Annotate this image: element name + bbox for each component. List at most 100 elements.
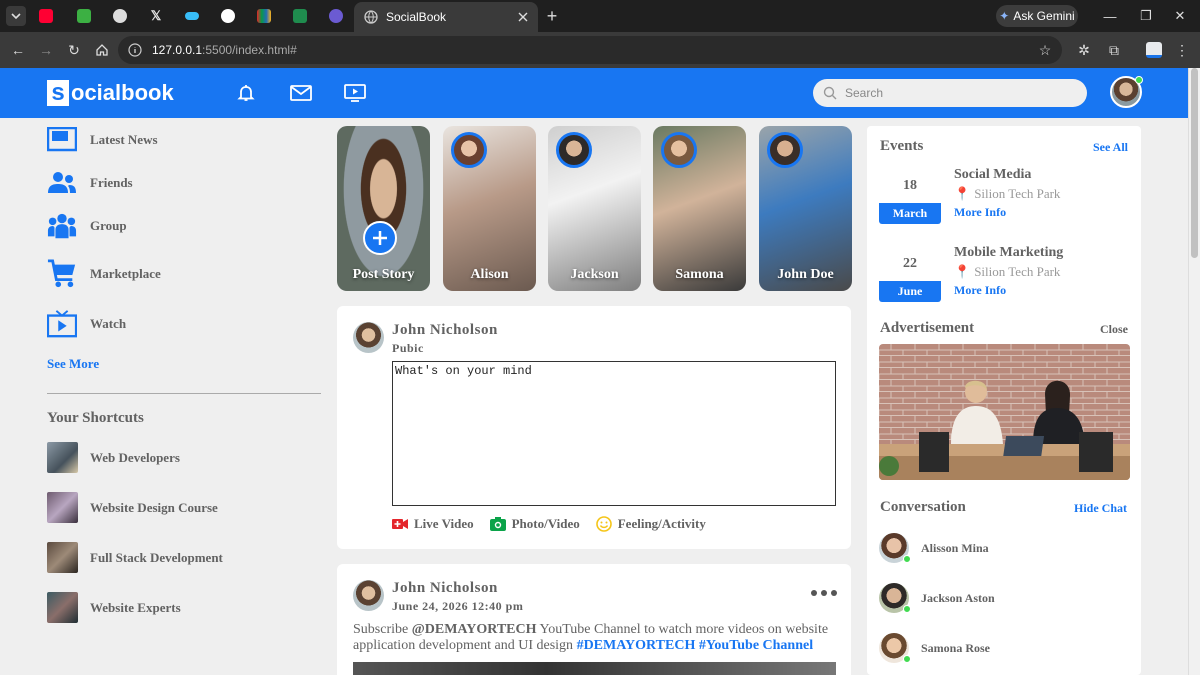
advertisement-title: Advertisement [880, 320, 975, 336]
post-handle[interactable]: @DEMAYORTECH [412, 622, 537, 637]
reload-button[interactable]: ↻ [64, 40, 84, 60]
post-options-button[interactable] [811, 590, 837, 596]
story-john-doe[interactable]: John Doe [759, 126, 852, 291]
shortcut-website-design-course[interactable]: Website Design Course [47, 492, 218, 523]
search-box[interactable] [813, 79, 1087, 107]
mail-icon [290, 85, 312, 101]
pinned-tab-zoho[interactable] [246, 4, 282, 28]
sidebar-item-friends[interactable]: Friends [47, 168, 133, 198]
photo-video-button[interactable]: Photo/Video [489, 516, 580, 532]
composer-user-name[interactable]: John Nicholson [392, 322, 498, 339]
sidebar-item-latest-news[interactable]: Latest News [47, 125, 158, 155]
conversation-item[interactable]: Samona Rose [879, 633, 990, 663]
conversation-item[interactable]: Jackson Aston [879, 583, 995, 613]
active-tab[interactable]: SocialBook [354, 2, 538, 32]
messages-button[interactable] [289, 81, 313, 105]
ask-gemini-button[interactable]: ✦ Ask Gemini [996, 5, 1078, 27]
online-indicator [903, 605, 911, 613]
sidebar-item-watch[interactable]: Watch [47, 309, 126, 339]
more-info-link[interactable]: More Info [954, 205, 1060, 220]
search-input[interactable] [845, 86, 1065, 100]
shortcut-thumbnail [47, 492, 78, 523]
post-composer: John Nicholson Pubic Live Video Photo/Vi… [337, 306, 851, 549]
page-scrollbar[interactable] [1188, 68, 1200, 675]
extensions-menu-button[interactable]: ⧉ [1104, 40, 1124, 60]
sidebar-item-label: Friends [90, 175, 133, 190]
sidebar-item-group[interactable]: Group [47, 211, 127, 241]
hashtag-link[interactable]: #DEMAYORTECH [577, 638, 696, 653]
avatar[interactable] [353, 322, 384, 353]
shortcut-website-experts[interactable]: Website Experts [47, 592, 181, 623]
arrow-left-icon: ← [11, 42, 25, 58]
story-samona[interactable]: Samona [653, 126, 746, 291]
see-all-link[interactable]: See All [1093, 140, 1128, 155]
socialbook-logo[interactable]: s ocialbook [47, 79, 174, 106]
forward-button[interactable]: → [36, 40, 56, 60]
post-user-name[interactable]: John Nicholson [392, 580, 523, 597]
shortcut-full-stack-development[interactable]: Full Stack Development [47, 542, 223, 573]
hashtag-link[interactable]: #YouTube Channel [699, 638, 813, 653]
user-avatar[interactable] [1110, 76, 1143, 108]
close-icon[interactable] [518, 12, 528, 22]
home-button[interactable] [92, 40, 112, 60]
avatar[interactable] [353, 580, 384, 611]
story-alison[interactable]: Alison [443, 126, 536, 291]
restore-button[interactable]: ❐ [1136, 6, 1156, 26]
back-button[interactable]: ← [8, 40, 28, 60]
event-location: 📍 Silion Tech Park [954, 186, 1060, 202]
live-video-icon [392, 519, 408, 529]
scrollbar-thumb[interactable] [1191, 68, 1198, 258]
url-path: :5500/index.html# [202, 43, 297, 57]
notifications-button[interactable] [234, 81, 258, 105]
site-info-icon[interactable] [128, 43, 142, 57]
story-post-story[interactable]: Post Story [337, 126, 430, 291]
profile-icon [1146, 42, 1162, 58]
story-jackson[interactable]: Jackson [548, 126, 641, 291]
feeling-activity-button[interactable]: Feeling/Activity [595, 516, 706, 532]
shortcut-web-developers[interactable]: Web Developers [47, 442, 180, 473]
post-textarea[interactable] [392, 361, 836, 506]
more-info-link[interactable]: More Info [954, 283, 1063, 298]
sidebar-item-label: Watch [90, 316, 127, 331]
more-dot [811, 590, 817, 596]
restore-icon: ❐ [1140, 8, 1152, 23]
bookmark-button[interactable]: ☆ [1035, 40, 1055, 60]
new-tab-button[interactable]: + [542, 6, 562, 26]
tab-list-button[interactable] [6, 6, 26, 26]
video-button[interactable] [343, 81, 367, 105]
live-video-button[interactable]: Live Video [392, 516, 474, 532]
pinned-tab-x[interactable]: 𝕏 [138, 4, 174, 28]
add-story-button[interactable] [363, 221, 397, 255]
omnibox[interactable]: 127.0.0.1:5500/index.html# [118, 36, 1062, 64]
pinned-tab-youtube[interactable] [28, 4, 64, 28]
see-more-link[interactable]: See More [47, 356, 99, 372]
hide-chat-link[interactable]: Hide Chat [1074, 501, 1127, 516]
photo-video-label: Photo/Video [511, 516, 580, 531]
extension-button[interactable]: ✲ [1074, 40, 1094, 60]
right-sidebar: Events See All 18 March Social Media 📍 Si… [867, 126, 1141, 675]
minimize-icon: — [1103, 8, 1117, 24]
ad-close-link[interactable]: Close [1100, 322, 1128, 337]
more-dot [821, 590, 827, 596]
event-month: March [879, 203, 941, 224]
pinned-tab-a[interactable] [318, 4, 354, 28]
window-close-button[interactable]: ✕ [1170, 6, 1190, 26]
conversation-name: Alisson Mina [921, 540, 989, 555]
conversation-title: Conversation [880, 499, 966, 515]
minimize-button[interactable]: — [1100, 6, 1120, 26]
avatar [879, 583, 911, 613]
advertisement-image[interactable] [879, 344, 1130, 480]
pinned-tab-tailwind[interactable] [174, 4, 210, 28]
profile-button[interactable] [1144, 40, 1164, 60]
sidebar-item-marketplace[interactable]: Marketplace [47, 259, 161, 289]
pinned-tab-github[interactable] [210, 4, 246, 28]
composer-visibility[interactable]: Pubic [392, 341, 498, 356]
browser-menu-button[interactable]: ⋮ [1172, 40, 1192, 60]
pinned-tab-globe[interactable] [102, 4, 138, 28]
pinned-tab-w[interactable] [282, 4, 318, 28]
conversation-item[interactable]: Alisson Mina [879, 533, 989, 563]
sidebar-item-label: Latest News [90, 132, 158, 147]
event-day: 22 [903, 256, 917, 271]
star-icon: ☆ [1038, 41, 1052, 58]
pinned-tab-download[interactable] [66, 4, 102, 28]
